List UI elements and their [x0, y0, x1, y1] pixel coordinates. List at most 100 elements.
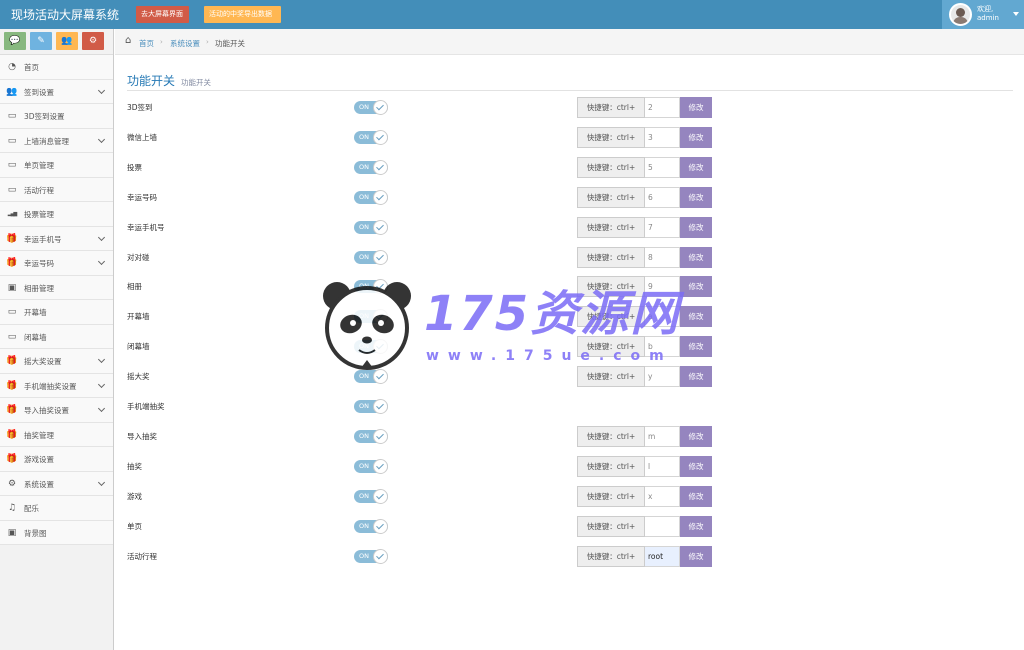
- feature-label: 开幕墙: [127, 312, 150, 322]
- feature-toggle[interactable]: ON: [354, 458, 388, 474]
- modify-button[interactable]: 修改: [680, 126, 712, 148]
- chevron-down-icon[interactable]: [97, 478, 106, 486]
- hotkey-prefix: 快捷键：ctrl+: [577, 545, 645, 567]
- picture-icon: ▣: [7, 527, 17, 538]
- hotkey-input[interactable]: 2: [645, 97, 680, 118]
- caret-down-icon[interactable]: [1013, 12, 1019, 16]
- feature-label: 闭幕墙: [127, 342, 150, 352]
- breadcrumb-home[interactable]: 首页: [139, 38, 154, 49]
- hotkey-input[interactable]: [645, 515, 680, 537]
- feature-toggle[interactable]: ON: [354, 428, 388, 444]
- breadcrumb-system-settings[interactable]: 系统设置: [170, 38, 200, 49]
- check-icon: [373, 100, 388, 115]
- modify-button[interactable]: 修改: [680, 485, 712, 507]
- modify-button[interactable]: 修改: [680, 515, 712, 537]
- sidebar-item[interactable]: 👥 签到设置: [0, 79, 113, 104]
- feature-toggle[interactable]: ON: [354, 189, 388, 205]
- desktop-icon: ▭: [7, 135, 17, 146]
- sidebar-item[interactable]: 🎁 抽奖管理: [0, 422, 113, 447]
- sidebar-item[interactable]: 🎁 幸运手机号: [0, 226, 113, 251]
- sidebar-item[interactable]: 🎁 幸运号码: [0, 251, 113, 276]
- sidebar-item-label: 配乐: [24, 504, 39, 513]
- chevron-down-icon[interactable]: [97, 380, 106, 388]
- sidebar-item[interactable]: ▣ 相册管理: [0, 275, 113, 300]
- modify-button[interactable]: 修改: [680, 545, 712, 567]
- app-brand[interactable]: 现场活动大屏幕系统: [11, 6, 119, 23]
- hotkey-prefix: 快捷键：ctrl+: [577, 186, 645, 208]
- sidebar-item-label: 背景图: [24, 528, 47, 538]
- hotkey-input[interactable]: l: [645, 455, 680, 477]
- shortcut-button[interactable]: ✎: [30, 32, 52, 50]
- chevron-down-icon[interactable]: [97, 233, 106, 241]
- hotkey-group: 快捷键：ctrl+ 2 修改: [577, 97, 712, 118]
- feature-toggle[interactable]: ON: [354, 518, 388, 534]
- chevron-down-icon[interactable]: [97, 404, 106, 413]
- sidebar-item[interactable]: ▭ 上墙消息管理: [0, 128, 113, 153]
- feature-toggle[interactable]: ON: [354, 488, 388, 504]
- chevron-down-icon[interactable]: [97, 355, 106, 364]
- sidebar-item[interactable]: 🎁 手机端抽奖设置: [0, 373, 113, 398]
- go-bigscreen-button[interactable]: 去大屏幕界面: [136, 6, 189, 23]
- sidebar-item[interactable]: ▭ 活动行程: [0, 177, 113, 202]
- sidebar: 💬 ✎ 👥 ⚙ ◔ 首页 👥 签到设置 ▭ 3D签到设置 ▭ 上墙消息管理 ▭ 单页管理 ▭ 活动行程 ▂▄▆…: [0, 29, 114, 650]
- modify-button[interactable]: 修改: [680, 246, 712, 268]
- hotkey-input[interactable]: 8: [645, 246, 680, 268]
- sidebar-item[interactable]: 🎁 摇大奖设置: [0, 349, 113, 374]
- sidebar-item[interactable]: ◔ 首页: [0, 55, 113, 80]
- sidebar-item-label: 导入抽奖设置: [24, 406, 69, 415]
- feature-toggle[interactable]: ON: [354, 159, 388, 175]
- modify-button[interactable]: 修改: [680, 216, 712, 238]
- hotkey-input[interactable]: x: [645, 485, 680, 507]
- toggle-on-label: ON: [359, 431, 369, 440]
- sidebar-item[interactable]: ▂▄▆ 投票管理: [0, 202, 113, 227]
- chevron-down-icon[interactable]: [97, 257, 106, 266]
- modify-button[interactable]: 修改: [680, 425, 712, 447]
- chevron-down-icon[interactable]: [97, 86, 106, 94]
- breadcrumb-current: 功能开关: [215, 39, 245, 48]
- hotkey-group: 快捷键：ctrl+ 6 修改: [577, 186, 712, 208]
- feature-toggle[interactable]: ON: [354, 219, 388, 235]
- feature-toggle[interactable]: ON: [354, 548, 388, 564]
- modify-button[interactable]: 修改: [680, 455, 712, 477]
- hotkey-prefix: 快捷键：ctrl+: [577, 97, 645, 118]
- check-icon: [373, 189, 388, 205]
- sidebar-item[interactable]: ▭ 单页管理: [0, 153, 113, 178]
- hotkey-input[interactable]: 5: [645, 156, 680, 178]
- modify-button[interactable]: 修改: [680, 156, 712, 178]
- modify-button[interactable]: 修改: [680, 186, 712, 208]
- feature-toggle[interactable]: ON: [354, 399, 388, 414]
- sidebar-item[interactable]: ▣ 背景图: [0, 520, 113, 545]
- sidebar-item[interactable]: ⚙ 系统设置: [0, 471, 113, 496]
- feature-label: 投票: [127, 162, 142, 172]
- hotkey-prefix: 快捷键：ctrl+: [577, 485, 645, 507]
- avatar[interactable]: [949, 3, 972, 26]
- header-divider: [127, 90, 1013, 91]
- hotkey-input[interactable]: root: [645, 545, 680, 567]
- sidebar-menu: ◔ 首页 👥 签到设置 ▭ 3D签到设置 ▭ 上墙消息管理 ▭ 单页管理 ▭ 活动行程 ▂▄▆ 投票管理 🎁…: [0, 55, 113, 545]
- shortcut-button[interactable]: 👥: [56, 32, 78, 50]
- hotkey-input[interactable]: 6: [645, 186, 680, 208]
- sidebar-item[interactable]: 🎁 导入抽奖设置: [0, 398, 113, 423]
- shortcut-button[interactable]: ⚙: [82, 32, 104, 50]
- feature-toggle[interactable]: ON: [354, 129, 388, 145]
- sidebar-item[interactable]: 🎁 游戏设置: [0, 447, 113, 472]
- welcome-label: 欢迎,: [977, 5, 994, 13]
- cogs-icon: ⚙: [88, 36, 98, 46]
- chevron-down-icon[interactable]: [97, 135, 106, 143]
- gift-icon: 🎁: [6, 454, 18, 464]
- sidebar-item[interactable]: ♫ 配乐: [0, 496, 113, 521]
- hotkey-input[interactable]: 3: [645, 126, 680, 148]
- sidebar-item-label: 游戏设置: [24, 455, 54, 464]
- feature-toggle[interactable]: ON: [354, 100, 388, 115]
- shortcut-button[interactable]: 💬: [4, 32, 26, 50]
- sidebar-item[interactable]: ▭ 闭幕墙: [0, 324, 113, 349]
- user-menu[interactable]: 欢迎, admin: [942, 0, 1024, 29]
- modify-button[interactable]: 修改: [680, 97, 712, 118]
- export-data-button[interactable]: 活动的中奖导出数据: [204, 6, 281, 23]
- feature-toggle[interactable]: ON: [354, 249, 388, 265]
- hotkey-input[interactable]: m: [645, 425, 680, 447]
- hotkey-group: 快捷键：ctrl+ 3 修改: [577, 126, 712, 148]
- hotkey-input[interactable]: 7: [645, 216, 680, 238]
- sidebar-item[interactable]: ▭ 开幕墙: [0, 300, 113, 325]
- sidebar-item[interactable]: ▭ 3D签到设置: [0, 104, 113, 129]
